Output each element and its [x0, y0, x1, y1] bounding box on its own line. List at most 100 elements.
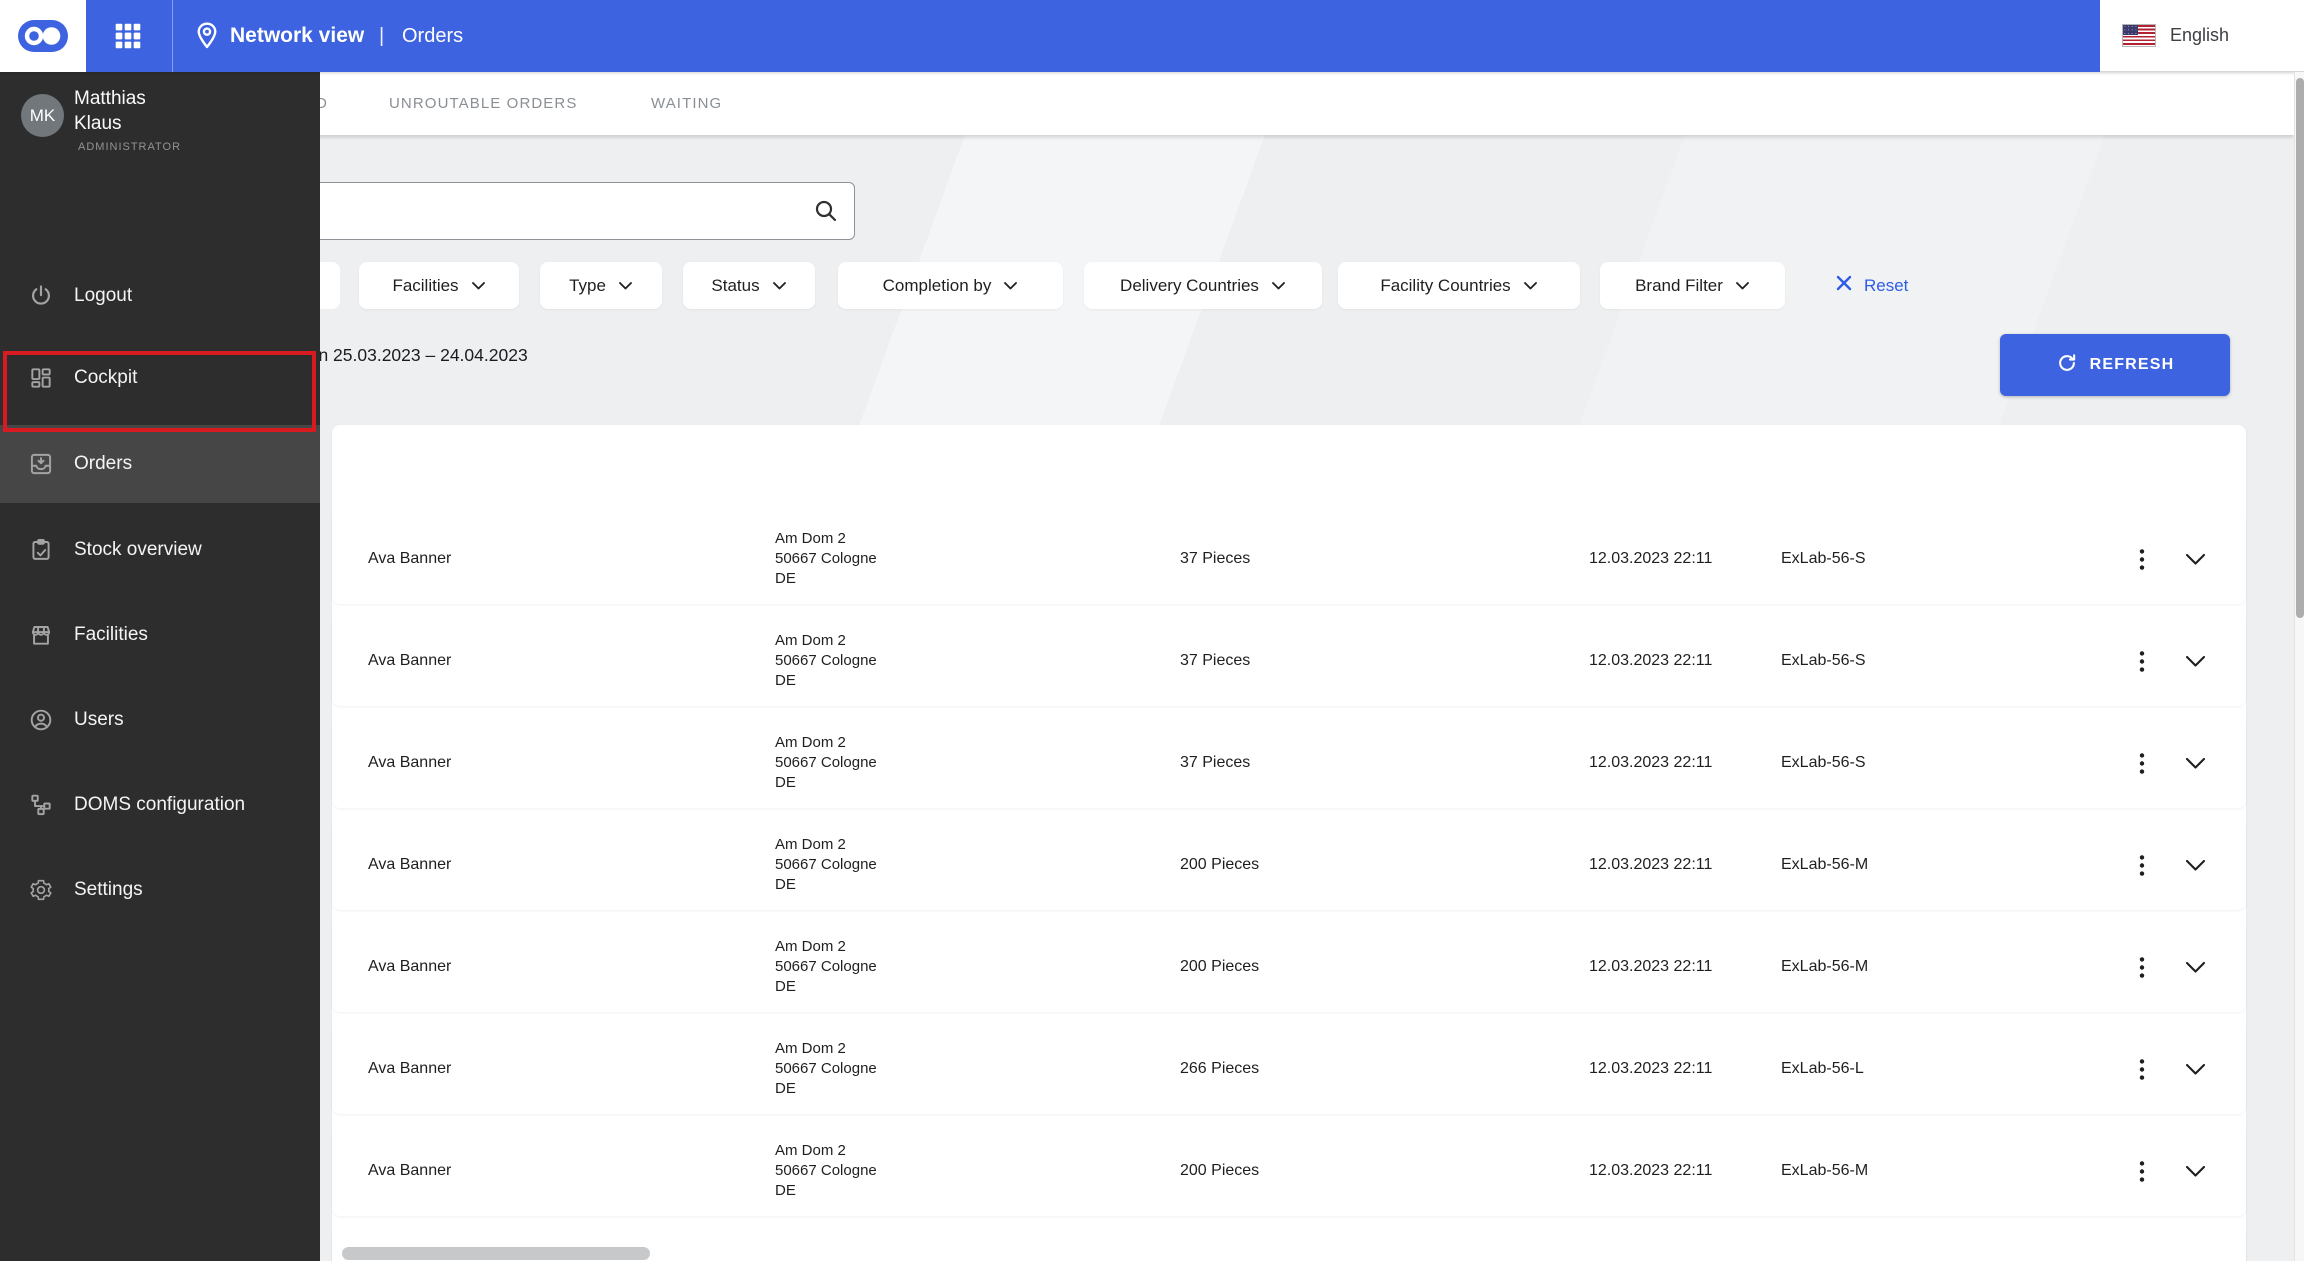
table-row[interactable]: Ava Banner Am Dom 2 50667 Cologne DE 200… [332, 1126, 2246, 1216]
cell-address: Am Dom 2 50667 Cologne DE [775, 836, 877, 893]
vertical-scrollbar-thumb[interactable] [2296, 78, 2304, 618]
search-icon[interactable] [812, 197, 840, 225]
row-expand-chevron-icon[interactable] [2183, 755, 2208, 772]
table-row[interactable]: Ava Banner Am Dom 2 50667 Cologne DE 200… [332, 820, 2246, 910]
apps-grid-icon[interactable] [112, 20, 144, 52]
chevron-down-icon [772, 276, 787, 296]
avatar: MK [21, 94, 64, 137]
sidebar-item-doms-configuration[interactable]: DOMS configuration [0, 777, 320, 833]
cell-order-date: 12.03.2023 22:11 [1589, 1162, 1713, 1179]
dashboard-icon [28, 365, 54, 391]
power-icon [28, 283, 54, 309]
cell-order-id: ExLab-56-S [1781, 652, 1866, 669]
tab-unroutable-orders[interactable]: UNROUTABLE ORDERS [389, 72, 577, 135]
row-expand-chevron-icon[interactable] [2183, 1061, 2208, 1078]
cell-order-date: 12.03.2023 22:11 [1589, 652, 1713, 669]
chevron-down-icon [471, 276, 486, 296]
table-row[interactable]: Ava Banner Am Dom 2 50667 Cologne DE 266… [332, 1024, 2246, 1114]
cell-customer-name: Ava Banner [368, 958, 452, 975]
cell-order-date: 12.03.2023 22:11 [1589, 550, 1713, 567]
user-last-name: Klaus [74, 113, 122, 134]
sidebar-menu: MK Matthias Klaus ADMINISTRATOR Logout Co… [0, 72, 320, 1261]
cell-address: Am Dom 2 50667 Cologne DE [775, 530, 877, 587]
product-title: Network view [230, 24, 365, 47]
close-icon [1834, 273, 1854, 298]
map-pin-icon [191, 20, 223, 57]
refresh-icon [2056, 352, 2078, 379]
tab-bar: D UNROUTABLE ORDERS WAITING [0, 72, 2294, 135]
brand-logo [0, 0, 86, 72]
table-row[interactable]: Ava Banner Am Dom 2 50667 Cologne DE 37 … [332, 616, 2246, 706]
chevron-down-icon [1003, 276, 1018, 296]
sidebar-item-label: Logout [74, 285, 133, 306]
tab-waiting[interactable]: WAITING [651, 72, 722, 135]
filter-dropdown-completion-by[interactable]: Completion by [838, 262, 1063, 309]
cell-order-id: ExLab-56-M [1781, 1162, 1869, 1179]
filter-dropdown-type[interactable]: Type [540, 262, 662, 309]
reset-filters-button[interactable]: Reset [1828, 262, 1914, 309]
vertical-scrollbar [2294, 72, 2304, 1261]
sidebar-item-users[interactable]: Users [0, 692, 320, 748]
sidebar-item-orders[interactable]: Orders [0, 425, 320, 503]
language-selector[interactable]: English [2100, 0, 2304, 72]
row-expand-chevron-icon[interactable] [2183, 857, 2208, 874]
chevron-down-icon [1735, 276, 1750, 296]
row-expand-chevron-icon[interactable] [2183, 959, 2208, 976]
user-name: Matthias Klaus [74, 86, 146, 136]
table-row[interactable]: Ava Banner Am Dom 2 50667 Cologne DE 37 … [332, 718, 2246, 808]
filter-dropdown-brand-filter[interactable]: Brand Filter [1600, 262, 1785, 309]
row-kebab-menu-icon[interactable] [2137, 546, 2147, 573]
table-row[interactable]: Ava Banner Am Dom 2 50667 Cologne DE 200… [332, 922, 2246, 1012]
row-kebab-menu-icon[interactable] [2137, 648, 2147, 675]
us-flag-icon [2122, 24, 2156, 47]
cell-ordered-quantity: 37 Pieces [1180, 652, 1251, 669]
user-role: ADMINISTRATOR [78, 141, 182, 153]
sidebar-item-label: DOMS configuration [74, 794, 246, 815]
refresh-label: REFRESH [2089, 356, 2175, 373]
sidebar-item-cockpit[interactable]: Cockpit [0, 350, 320, 406]
row-expand-chevron-icon[interactable] [2183, 1163, 2208, 1180]
row-kebab-menu-icon[interactable] [2137, 852, 2147, 879]
cell-order-date: 12.03.2023 22:11 [1589, 754, 1713, 771]
chevron-down-icon [618, 276, 633, 296]
sidebar-item-settings[interactable]: Settings [0, 862, 320, 918]
row-kebab-menu-icon[interactable] [2137, 1056, 2147, 1083]
clipboard-check-icon [28, 537, 54, 563]
cell-ordered-quantity: 266 Pieces [1180, 1060, 1260, 1077]
sidebar-item-label: Facilities [74, 624, 148, 645]
filter-dropdown-facilities[interactable]: Facilities [359, 262, 519, 309]
cell-order-id: ExLab-56-S [1781, 754, 1866, 771]
cell-order-id: ExLab-56-M [1781, 958, 1869, 975]
cell-address: Am Dom 2 50667 Cologne DE [775, 938, 877, 995]
cell-customer-name: Ava Banner [368, 754, 452, 771]
filter-dropdown-status[interactable]: Status [683, 262, 815, 309]
cell-order-date: 12.03.2023 22:11 [1589, 958, 1713, 975]
filter-dropdown-facility-countries[interactable]: Facility Countries [1338, 262, 1580, 309]
cell-address: Am Dom 2 50667 Cologne DE [775, 1142, 877, 1199]
storefront-icon [28, 622, 54, 648]
refresh-button[interactable]: REFRESH [2000, 334, 2230, 396]
cell-order-date: 12.03.2023 22:11 [1589, 1060, 1713, 1077]
chevron-down-icon [1523, 276, 1538, 296]
horizontal-scrollbar-thumb[interactable] [342, 1247, 650, 1260]
cell-order-id: ExLab-56-M [1781, 856, 1869, 873]
filter-dropdown-delivery-countries[interactable]: Delivery Countries [1084, 262, 1322, 309]
sidebar-item-label: Cockpit [74, 367, 138, 388]
top-bar: Network view | Orders English [0, 0, 2304, 72]
row-kebab-menu-icon[interactable] [2137, 954, 2147, 981]
sidebar-item-facilities[interactable]: Facilities [0, 607, 320, 663]
sidebar-item-label: Orders [74, 453, 133, 474]
row-expand-chevron-icon[interactable] [2183, 653, 2208, 670]
sidebar-item-logout[interactable]: Logout [0, 268, 320, 324]
language-label: English [2170, 25, 2230, 45]
table-row[interactable]: Ava Banner Am Dom 2 50667 Cologne DE 37 … [332, 514, 2246, 604]
reset-label: Reset [1864, 275, 1909, 295]
cell-address: Am Dom 2 50667 Cologne DE [775, 734, 877, 791]
cell-address: Am Dom 2 50667 Cologne DE [775, 632, 877, 689]
row-expand-chevron-icon[interactable] [2183, 551, 2208, 568]
sidebar-item-stock-overview[interactable]: Stock overview [0, 522, 320, 578]
row-kebab-menu-icon[interactable] [2137, 1158, 2147, 1185]
row-kebab-menu-icon[interactable] [2137, 750, 2147, 777]
cell-order-id: ExLab-56-S [1781, 550, 1866, 567]
cell-ordered-quantity: 200 Pieces [1180, 958, 1260, 975]
